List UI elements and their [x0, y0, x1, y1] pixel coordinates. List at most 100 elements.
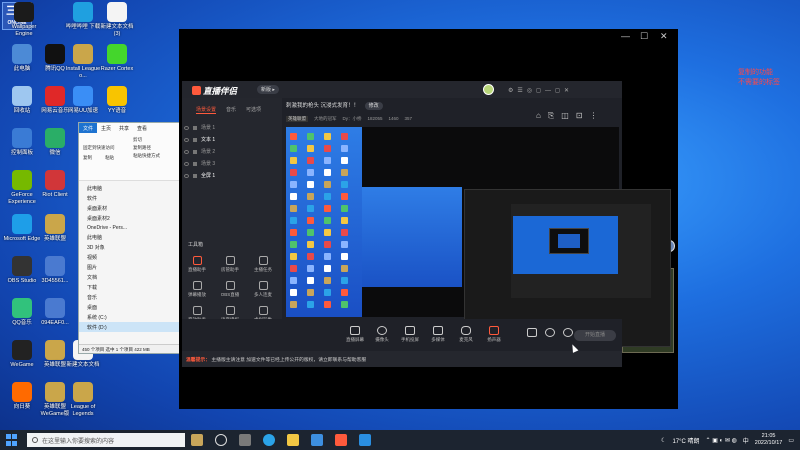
tool-live-assistant[interactable]: 直播助手 — [182, 256, 212, 273]
scene-item[interactable]: 文本 1 — [184, 136, 215, 143]
desktop-icon[interactable]: 英雄联盟 — [36, 214, 74, 243]
edit-title-button[interactable]: 修改 — [364, 102, 383, 110]
tab-music[interactable]: 音乐 — [226, 106, 236, 114]
tree-item[interactable]: 3D 对象 — [79, 242, 183, 252]
tab-file[interactable]: 文件 — [79, 123, 98, 133]
eye-icon[interactable] — [184, 149, 189, 154]
desktop-icon[interactable]: YY语音 — [98, 86, 136, 115]
multimedia-button[interactable]: 多媒体 — [425, 326, 451, 343]
tree-item[interactable]: 桌面素材 — [79, 203, 183, 213]
lock-icon[interactable] — [193, 125, 197, 130]
tree-item[interactable]: 图片 — [79, 262, 183, 272]
edge-icon[interactable] — [263, 434, 275, 446]
tree-item[interactable]: 文档 — [79, 272, 183, 282]
file-explorer-icon[interactable] — [287, 434, 299, 446]
tree-item[interactable]: 桌面 — [79, 302, 183, 312]
scene-item[interactable]: 场景 1 — [184, 124, 215, 131]
notification-icon[interactable]: ▭ — [788, 437, 794, 444]
desktop-icon[interactable]: 3D45561... — [36, 256, 74, 285]
category-tag[interactable]: 英雄联盟 — [286, 116, 308, 122]
tree-item[interactable]: 视频 — [79, 252, 183, 262]
tree-item[interactable]: 下载 — [79, 282, 183, 292]
tab-share[interactable]: 共享 — [115, 123, 133, 133]
start-live-button[interactable]: 开始直播 — [574, 330, 616, 341]
paste-shortcut-button[interactable]: 粘贴快捷方式 — [133, 153, 160, 159]
maximize-button[interactable]: ☐ — [640, 31, 648, 42]
live-companion-taskbar-icon[interactable] — [335, 434, 347, 446]
desktop-icon[interactable]: Wallpaper Engine — [5, 2, 43, 37]
tab-scene-settings[interactable]: 场景设置 — [196, 106, 217, 114]
version-badge[interactable]: 新版 ▸ — [257, 85, 279, 94]
app-icon — [12, 86, 32, 106]
taskbar-app-icon[interactable] — [239, 434, 251, 446]
paste-button[interactable]: 粘贴 — [105, 155, 114, 161]
tree-item[interactable]: 此电脑 — [79, 232, 183, 242]
tool-obs-live[interactable]: OBS直播 — [215, 281, 245, 298]
close-button[interactable]: ✕ — [660, 31, 668, 42]
eye-icon[interactable] — [184, 161, 189, 166]
speaker-button[interactable]: 扬声器 — [481, 326, 507, 343]
store-icon[interactable] — [311, 434, 323, 446]
desktop-icon[interactable]: 新建文本文档 (3) — [98, 2, 136, 37]
preview-toolbar-icons[interactable]: ⌂⎘◫⊡⋮ — [536, 111, 605, 121]
lock-icon[interactable] — [193, 161, 197, 166]
screen-capture-button[interactable]: 直播屏幕 — [342, 326, 368, 343]
file-explorer-window[interactable]: 文件 主页 共享 查看 固定到快速访问 复制 粘贴 剪切 复制路径 粘贴快捷方式… — [78, 122, 183, 354]
camera-button[interactable]: 摄像头 — [369, 326, 395, 343]
taskbar-search[interactable]: 在这里输入你要搜索的内容 — [27, 433, 185, 447]
header-toolbar-icons[interactable]: ⚙☰◎◻—◻✕ — [508, 87, 573, 94]
preview-desktop-icon — [307, 205, 314, 212]
live-preview[interactable] — [286, 127, 671, 347]
copy-button[interactable]: 复制 — [83, 155, 92, 161]
eye-icon[interactable] — [184, 137, 189, 142]
desktop-icon[interactable]: League of Legends — [64, 382, 102, 417]
taskbar-app-icon[interactable] — [359, 434, 371, 446]
desktop-icon[interactable]: Riot Client — [36, 170, 74, 199]
eye-icon[interactable] — [184, 125, 189, 130]
tree-item[interactable]: 此电脑 — [79, 183, 183, 193]
microphone-button[interactable]: 麦克风 — [453, 326, 479, 343]
tool-danmaku-play[interactable]: 弹幕播放 — [182, 281, 212, 298]
tab-home[interactable]: 主页 — [97, 123, 115, 133]
tool-multi-link[interactable]: 多人连麦 — [248, 281, 278, 298]
lock-icon[interactable] — [193, 137, 197, 142]
tree-item[interactable]: 软件 (D:) — [79, 322, 183, 332]
scene-item[interactable]: 场景 2 — [184, 148, 215, 155]
clock[interactable]: 21:05 2022/10/17 — [755, 433, 783, 447]
desktop-icon[interactable]: Razer Cortex — [98, 44, 136, 73]
pin-quick-access-button[interactable]: 固定到快速访问 — [83, 145, 115, 151]
tree-item[interactable]: 软件 — [79, 193, 183, 203]
tree-item[interactable]: 音乐 — [79, 292, 183, 302]
weather-icon[interactable]: ☾ — [661, 437, 666, 444]
scene-item[interactable]: 全屏 1 — [184, 172, 215, 179]
lock-icon[interactable] — [193, 149, 197, 154]
task-view-icon[interactable] — [215, 434, 227, 446]
tool-room-manager[interactable]: 房管助手 — [215, 256, 245, 273]
desktop-icon[interactable]: 微信 — [36, 128, 74, 157]
tab-view[interactable]: 查看 — [133, 123, 151, 133]
user-avatar[interactable] — [483, 84, 494, 95]
tab-optional[interactable]: 可选项 — [246, 106, 261, 114]
tray-icons[interactable]: ⌃ ▣ ◐ ✉ ◍ — [706, 437, 737, 444]
minimize-button[interactable]: — — [621, 31, 630, 41]
language-indicator[interactable]: 中 — [743, 436, 749, 445]
lock-icon[interactable] — [193, 173, 197, 178]
eye-icon[interactable] — [184, 173, 189, 178]
tool-streamer-tasks[interactable]: 主播任务 — [248, 256, 278, 273]
cut-button[interactable]: 剪切 — [133, 137, 142, 143]
tree-item[interactable]: 系统 (C:) — [79, 312, 183, 322]
tree-item[interactable]: OneDrive - Pers... — [79, 223, 183, 232]
desktop-icon[interactable]: Install League o... — [64, 44, 102, 79]
weather-text[interactable]: 17°C 晴朗 — [672, 436, 699, 445]
desktop-icon[interactable]: 网易UU加速 — [64, 86, 102, 115]
copy-path-button[interactable]: 复制路径 — [133, 145, 151, 151]
scene-item[interactable]: 场景 3 — [184, 160, 215, 167]
tree-item[interactable]: 桌面素材2 — [79, 213, 183, 223]
taskbar-app-icon[interactable] — [191, 434, 203, 446]
phone-cast-button[interactable]: 手机投屏 — [397, 326, 423, 343]
desktop-icon[interactable]: 哔哩哔哩 下载 — [64, 2, 102, 31]
app-icon — [45, 298, 65, 318]
desktop-icon[interactable]: 094EAF0... — [36, 298, 74, 327]
start-button[interactable] — [6, 434, 20, 446]
live-companion-app[interactable]: 直播伴侣 新版 ▸ ⚙☰◎◻—◻✕ 场景设置 音乐 可选项 场景 1 文本 1 … — [182, 81, 671, 367]
